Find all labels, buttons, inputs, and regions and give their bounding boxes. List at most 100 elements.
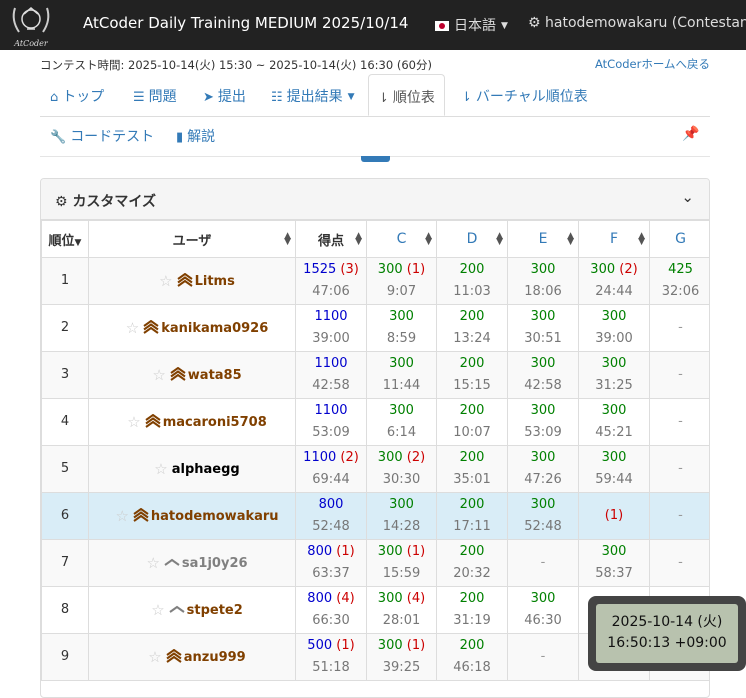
task-time: 9:07 — [386, 284, 417, 299]
language-menu[interactable]: 日本語 ▼ — [435, 15, 508, 35]
task-cell: 200 17:11 — [436, 492, 508, 540]
star-icon[interactable]: ☆ — [148, 648, 161, 666]
star-icon[interactable]: ☆ — [146, 554, 159, 572]
score-line: 800 (4) — [296, 588, 366, 610]
tab-tasks[interactable]: ☰ 問題 — [133, 74, 177, 116]
task-score-line: 300 (2) — [367, 447, 436, 469]
username-link[interactable]: alphaegg — [172, 462, 240, 477]
task-score-line: 300 (4) — [367, 588, 436, 610]
customize-heading[interactable]: ⚙ カスタマイズ ⌄ — [41, 179, 709, 220]
task-cell: 300 11:44 — [366, 351, 437, 399]
task-score: 300 — [601, 544, 627, 559]
score-cell: 1100 53:09 — [295, 398, 367, 446]
username-link[interactable]: hatodemowakaru — [151, 509, 279, 524]
task-header-g[interactable]: G — [649, 220, 709, 258]
penalty-count: (2) — [340, 450, 359, 465]
username-link[interactable]: sa1j0y26 — [182, 556, 248, 571]
score-line: 1100 — [296, 306, 366, 328]
task-time: 35:01 — [453, 472, 491, 487]
rank-header[interactable]: 順位▼ — [41, 220, 89, 258]
rank-header-label: 順位 — [48, 233, 75, 249]
atcoder-logo[interactable]: AtCoder — [5, 2, 57, 48]
task-header-d[interactable]: D ▲ ▼ — [436, 220, 508, 258]
username-link[interactable]: macaroni5708 — [163, 415, 267, 430]
task-header-f[interactable]: F ▲ ▼ — [578, 220, 650, 258]
task-cell: 425 32:06 — [649, 257, 709, 305]
sort-amount-icon: ⇂ — [378, 91, 389, 106]
rank-cell: 2 — [41, 304, 89, 352]
scroll-indicator[interactable] — [361, 156, 390, 162]
score-cell: 1525 (3) 47:06 — [295, 257, 367, 305]
task-cell: 300 58:37 — [578, 539, 650, 587]
score-header-label: 得点 — [317, 233, 344, 249]
star-icon[interactable]: ☆ — [151, 601, 164, 619]
language-label: 日本語 — [454, 18, 496, 34]
username-link[interactable]: kanikama0926 — [161, 321, 268, 336]
task-cell: - — [649, 304, 709, 352]
tab-custom-test[interactable]: 🔧 コードテスト — [50, 114, 154, 156]
star-icon[interactable]: ☆ — [159, 272, 172, 290]
score-line: 1100 (2) — [296, 447, 366, 469]
username-label: hatodemowakaru (Contestant) — [545, 15, 746, 31]
task-score-line: 200 — [437, 541, 507, 563]
task-score: 300 — [377, 544, 403, 559]
pin-icon[interactable]: 📌 — [682, 126, 699, 142]
task-score: 300 — [389, 309, 414, 324]
total-time: 52:48 — [312, 519, 350, 534]
star-icon[interactable]: ☆ — [154, 460, 167, 478]
task-cell: 200 20:32 — [436, 539, 508, 587]
task-score-line: 200 — [437, 259, 507, 281]
star-icon[interactable]: ☆ — [127, 413, 140, 431]
tab-virtual-standings[interactable]: ⇂ バーチャル順位表 — [461, 74, 588, 116]
task-cell: 300 39:00 — [578, 304, 650, 352]
task-score-line: 300 (2) — [579, 259, 649, 281]
japan-flag-icon — [435, 21, 449, 31]
user-menu[interactable]: ⚙ hatodemowakaru (Contestant) — [528, 15, 746, 31]
tab-results[interactable]: ☷ 提出結果 ▼ — [271, 74, 355, 116]
tab-top[interactable]: ⌂ トップ — [50, 74, 104, 116]
task-score-line: 300 — [367, 353, 436, 375]
score-line: 800 (1) — [296, 541, 366, 563]
task-cell: 300 (1) 15:59 — [366, 539, 437, 587]
tab-submit[interactable]: ➤ 提出 — [203, 74, 246, 116]
task-score-line: 200 — [437, 588, 507, 610]
user-cell: ☆ wata85 — [88, 351, 296, 399]
task-score-line: 200 — [437, 306, 507, 328]
username-link[interactable]: wata85 — [188, 368, 242, 383]
task-score: 300 — [389, 356, 414, 371]
task-time: 15:15 — [453, 378, 491, 393]
total-score: 500 — [307, 638, 333, 653]
task-header-e[interactable]: E ▲ ▼ — [507, 220, 579, 258]
task-score: 200 — [459, 591, 485, 606]
score-line: 1100 — [296, 353, 366, 375]
task-score-line: 300 — [508, 259, 578, 281]
task-time: 13:24 — [453, 331, 491, 346]
table-row: 5 ☆ alphaegg 1100 (2) 69:44 300 (2) 30:30 200 35… — [41, 445, 709, 493]
task-cell: 300 18:06 — [507, 257, 579, 305]
score-header[interactable]: 得点 ▲ ▼ — [295, 220, 367, 258]
star-icon[interactable]: ☆ — [126, 319, 139, 337]
atcoder-home-link[interactable]: AtCoderホームへ戻る — [595, 56, 710, 72]
tab-standings[interactable]: ⇂ 順位表 — [368, 74, 445, 116]
task-cell: - — [649, 445, 709, 493]
star-icon[interactable]: ☆ — [152, 366, 165, 384]
task-time: 39:25 — [382, 660, 421, 675]
task-score-line: 300 — [367, 494, 436, 516]
task-score: 300 — [377, 638, 403, 653]
username-link[interactable]: Litms — [195, 274, 235, 289]
tab-submit-label: 提出 — [217, 89, 246, 105]
rank-chevron-icon — [133, 507, 149, 522]
penalty-count: (1) — [336, 638, 355, 653]
chevron-down-icon[interactable]: ⌄ — [681, 188, 694, 206]
score-cell: 1100 39:00 — [295, 304, 367, 352]
star-icon[interactable]: ☆ — [115, 507, 128, 525]
username-link[interactable]: anzu999 — [184, 650, 246, 665]
username-link[interactable]: stpete2 — [187, 603, 243, 618]
total-score: 800 — [307, 544, 333, 559]
tab-editorial[interactable]: ▮ 解説 — [176, 114, 215, 156]
contest-title[interactable]: AtCoder Daily Training MEDIUM 2025/10/14… — [83, 14, 413, 32]
not-attempted: - — [678, 367, 683, 382]
task-header-c[interactable]: C ▲ ▼ — [366, 220, 437, 258]
task-cell: 200 11:03 — [436, 257, 508, 305]
user-header[interactable]: ユーザ ▲ ▼ — [88, 220, 296, 258]
